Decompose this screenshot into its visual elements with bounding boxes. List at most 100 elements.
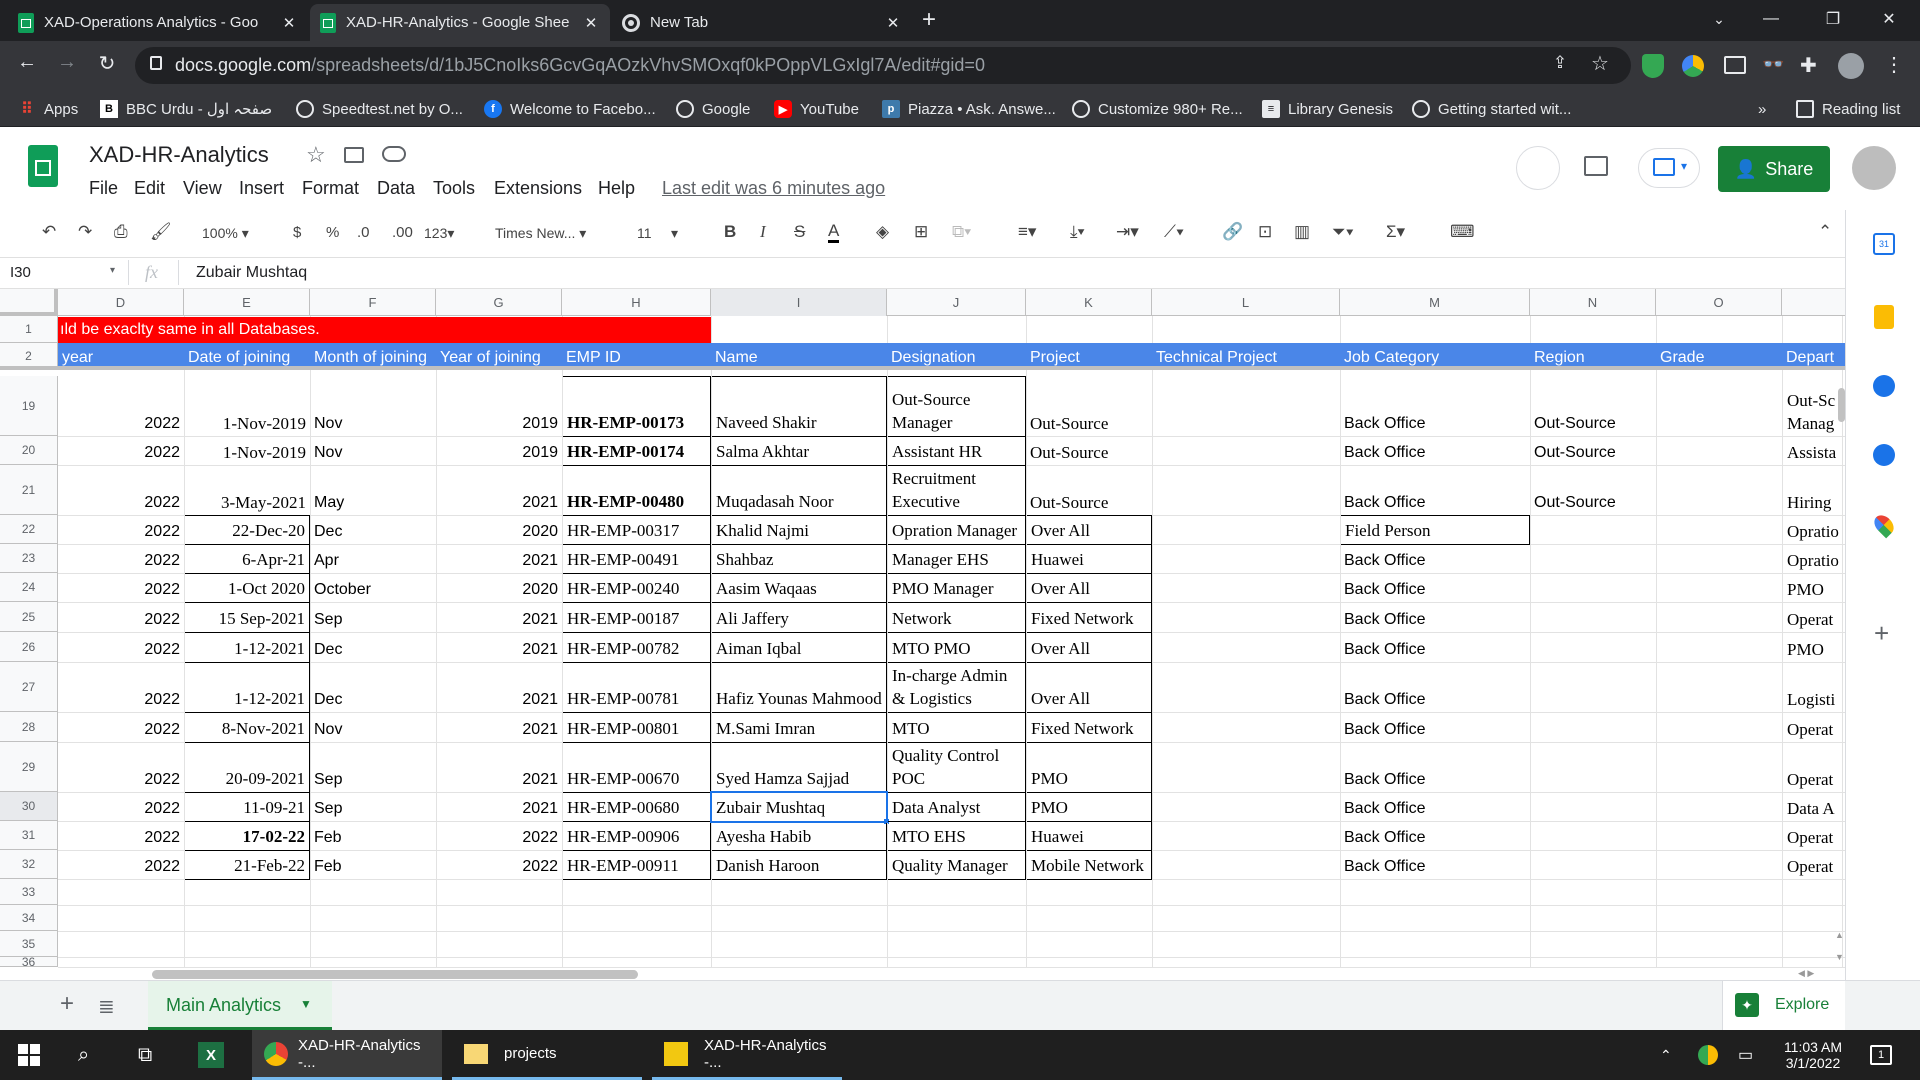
cell-project-row-22[interactable]: Over All <box>1026 515 1152 545</box>
row-header-34[interactable]: 34 <box>0 905 58 931</box>
cell-doj-row-29[interactable]: 20-09-2021 <box>184 742 310 793</box>
extension-shield-icon[interactable] <box>1642 54 1664 78</box>
cell-emp-row-31[interactable]: HR-EMP-00906 <box>562 821 711 851</box>
all-sheets-menu-icon[interactable]: ≣ <box>98 994 115 1019</box>
cell-name-row-21[interactable]: Muqadasah Noor <box>711 465 887 516</box>
cell-year-row-28[interactable]: 2022 <box>58 712 184 743</box>
explore-button[interactable]: ✦ Explore <box>1722 981 1845 1030</box>
sheets-logo-icon[interactable] <box>28 145 58 187</box>
taskbar-chrome-window[interactable]: XAD-HR-Analytics -... <box>252 1030 442 1080</box>
formula-input[interactable]: Zubair Mushtaq <box>196 264 307 282</box>
row-header-22[interactable]: 22 <box>0 515 58 544</box>
cell-job-row-32[interactable]: Back Office <box>1340 850 1530 880</box>
cell-name-row-26[interactable]: Aiman Iqbal <box>711 632 887 663</box>
cell-project-row-32[interactable]: Mobile Network <box>1026 850 1152 880</box>
cell-tech-row-32[interactable] <box>1152 850 1340 880</box>
row-header-25[interactable]: 25 <box>0 602 58 632</box>
document-title[interactable]: XAD-HR-Analytics <box>89 142 269 168</box>
filter-icon[interactable]: ⏷▾ <box>1332 222 1354 242</box>
cell-job-row-31[interactable]: Back Office <box>1340 821 1530 851</box>
cell-doj-row-32[interactable]: 21-Feb-22 <box>184 850 310 880</box>
row-header-19[interactable]: 19 <box>0 376 58 436</box>
bookmark-getting-started[interactable]: Getting started wit... <box>1412 97 1571 121</box>
cell-yoj-row-31[interactable]: 2022 <box>436 821 562 851</box>
header-cell-region[interactable]: Region <box>1534 349 1654 367</box>
cell-name-row-19[interactable]: Naveed Shakir <box>711 376 887 437</box>
cell-grade-row-30[interactable] <box>1656 792 1782 822</box>
cell-grade-row-20[interactable] <box>1656 436 1782 466</box>
undo-icon[interactable]: ↶ <box>42 222 56 242</box>
back-arrow-icon[interactable]: ← <box>12 51 42 74</box>
cell-year-row-30[interactable]: 2022 <box>58 792 184 822</box>
cell-job-row-27[interactable]: Back Office <box>1340 662 1530 713</box>
browser-tab-hr-analytics[interactable]: XAD-HR-Analytics - Google Shee ✕ <box>310 4 610 41</box>
insert-chart-icon[interactable]: ▥ <box>1294 222 1310 242</box>
cell-dept-row-23[interactable]: Opratio <box>1782 544 1842 574</box>
cell-desig-row-24[interactable]: PMO Manager <box>887 573 1026 603</box>
present-meeting-button[interactable]: ▾ <box>1638 148 1700 188</box>
row-header-36[interactable]: 36 <box>0 957 58 967</box>
header-cell-name[interactable]: Name <box>715 349 885 367</box>
sheet-tab-main-analytics[interactable]: Main Analytics ▼ <box>148 981 332 1030</box>
menu-edit[interactable]: Edit <box>134 178 165 199</box>
row-header-32[interactable]: 32 <box>0 850 58 879</box>
cell-emp-row-32[interactable]: HR-EMP-00911 <box>562 850 711 880</box>
currency-format-button[interactable]: $ <box>293 224 301 241</box>
cell-grade-row-21[interactable] <box>1656 465 1782 516</box>
cell-dept-row-31[interactable]: Operat <box>1782 821 1842 851</box>
cell-dept-row-19[interactable]: Out-Sc Manag <box>1782 376 1842 437</box>
cell-desig-row-27[interactable]: In-charge Admin & Logistics <box>887 662 1026 713</box>
cell-job-row-20[interactable]: Back Office <box>1340 436 1530 466</box>
cell-dept-row-20[interactable]: Assista <box>1782 436 1842 466</box>
cell-month-row-29[interactable]: Sep <box>310 742 436 793</box>
cell-tech-row-28[interactable] <box>1152 712 1340 743</box>
cell-yoj-row-24[interactable]: 2020 <box>436 573 562 603</box>
cell-yoj-row-21[interactable]: 2021 <box>436 465 562 516</box>
bookmark-library-genesis[interactable]: ≡ Library Genesis <box>1262 97 1393 121</box>
cell-doj-row-21[interactable]: 3-May-2021 <box>184 465 310 516</box>
column-header-n[interactable]: N <box>1530 289 1656 316</box>
extensions-puzzle-icon[interactable]: ✚ <box>1800 53 1817 78</box>
minimize-icon[interactable]: — <box>1748 0 1794 38</box>
add-sheet-icon[interactable]: + <box>60 990 74 1018</box>
bookmark-customize[interactable]: Customize 980+ Re... <box>1072 97 1243 121</box>
browser-tab-operations[interactable]: XAD-Operations Analytics - Goo ✕ <box>8 4 308 41</box>
cell-month-row-26[interactable]: Dec <box>310 632 436 663</box>
fill-color-icon[interactable]: ◈ <box>876 222 889 242</box>
cell-region-row-23[interactable] <box>1530 544 1656 574</box>
row-header-28[interactable]: 28 <box>0 712 58 742</box>
search-icon[interactable]: ⌕ <box>78 1030 89 1080</box>
header-cell-project[interactable]: Project <box>1030 349 1150 367</box>
cell-dept-row-32[interactable]: Operat <box>1782 850 1842 880</box>
cell-job-row-28[interactable]: Back Office <box>1340 712 1530 743</box>
cell-year-row-26[interactable]: 2022 <box>58 632 184 663</box>
cell-grade-row-24[interactable] <box>1656 573 1782 603</box>
cell-project-row-27[interactable]: Over All <box>1026 662 1152 713</box>
bold-icon[interactable]: B <box>724 222 736 242</box>
extension-color-icon[interactable] <box>1682 55 1704 77</box>
meet-history-icon[interactable] <box>1516 146 1560 190</box>
cell-emp-row-23[interactable]: HR-EMP-00491 <box>562 544 711 574</box>
cell-desig-row-31[interactable]: MTO EHS <box>887 821 1026 851</box>
cell-yoj-row-28[interactable]: 2021 <box>436 712 562 743</box>
menu-insert[interactable]: Insert <box>239 178 284 199</box>
cell-desig-row-26[interactable]: MTO PMO <box>887 632 1026 663</box>
vertical-align-icon[interactable]: ⤓▾ <box>1070 222 1085 242</box>
cell-grade-row-25[interactable] <box>1656 602 1782 633</box>
column-header-j[interactable]: J <box>887 289 1026 316</box>
column-header-e[interactable]: E <box>184 289 310 316</box>
cell-name-row-31[interactable]: Ayesha Habib <box>711 821 887 851</box>
cell-tech-row-29[interactable] <box>1152 742 1340 793</box>
cell-emp-row-26[interactable]: HR-EMP-00782 <box>562 632 711 663</box>
bookmark-google[interactable]: Google <box>676 97 750 121</box>
cell-region-row-24[interactable] <box>1530 573 1656 603</box>
bookmark-star-icon[interactable]: ☆ <box>1585 51 1615 76</box>
comments-icon[interactable] <box>1584 156 1608 176</box>
row-header-23[interactable]: 23 <box>0 544 58 573</box>
header-cell-desig[interactable]: Designation <box>891 349 1024 367</box>
cell-job-row-19[interactable]: Back Office <box>1340 376 1530 437</box>
close-tab-icon[interactable]: ✕ <box>884 14 902 32</box>
notifications-icon[interactable]: 1 <box>1870 1030 1892 1080</box>
cell-project-row-28[interactable]: Fixed Network <box>1026 712 1152 743</box>
cell-desig-row-23[interactable]: Manager EHS <box>887 544 1026 574</box>
